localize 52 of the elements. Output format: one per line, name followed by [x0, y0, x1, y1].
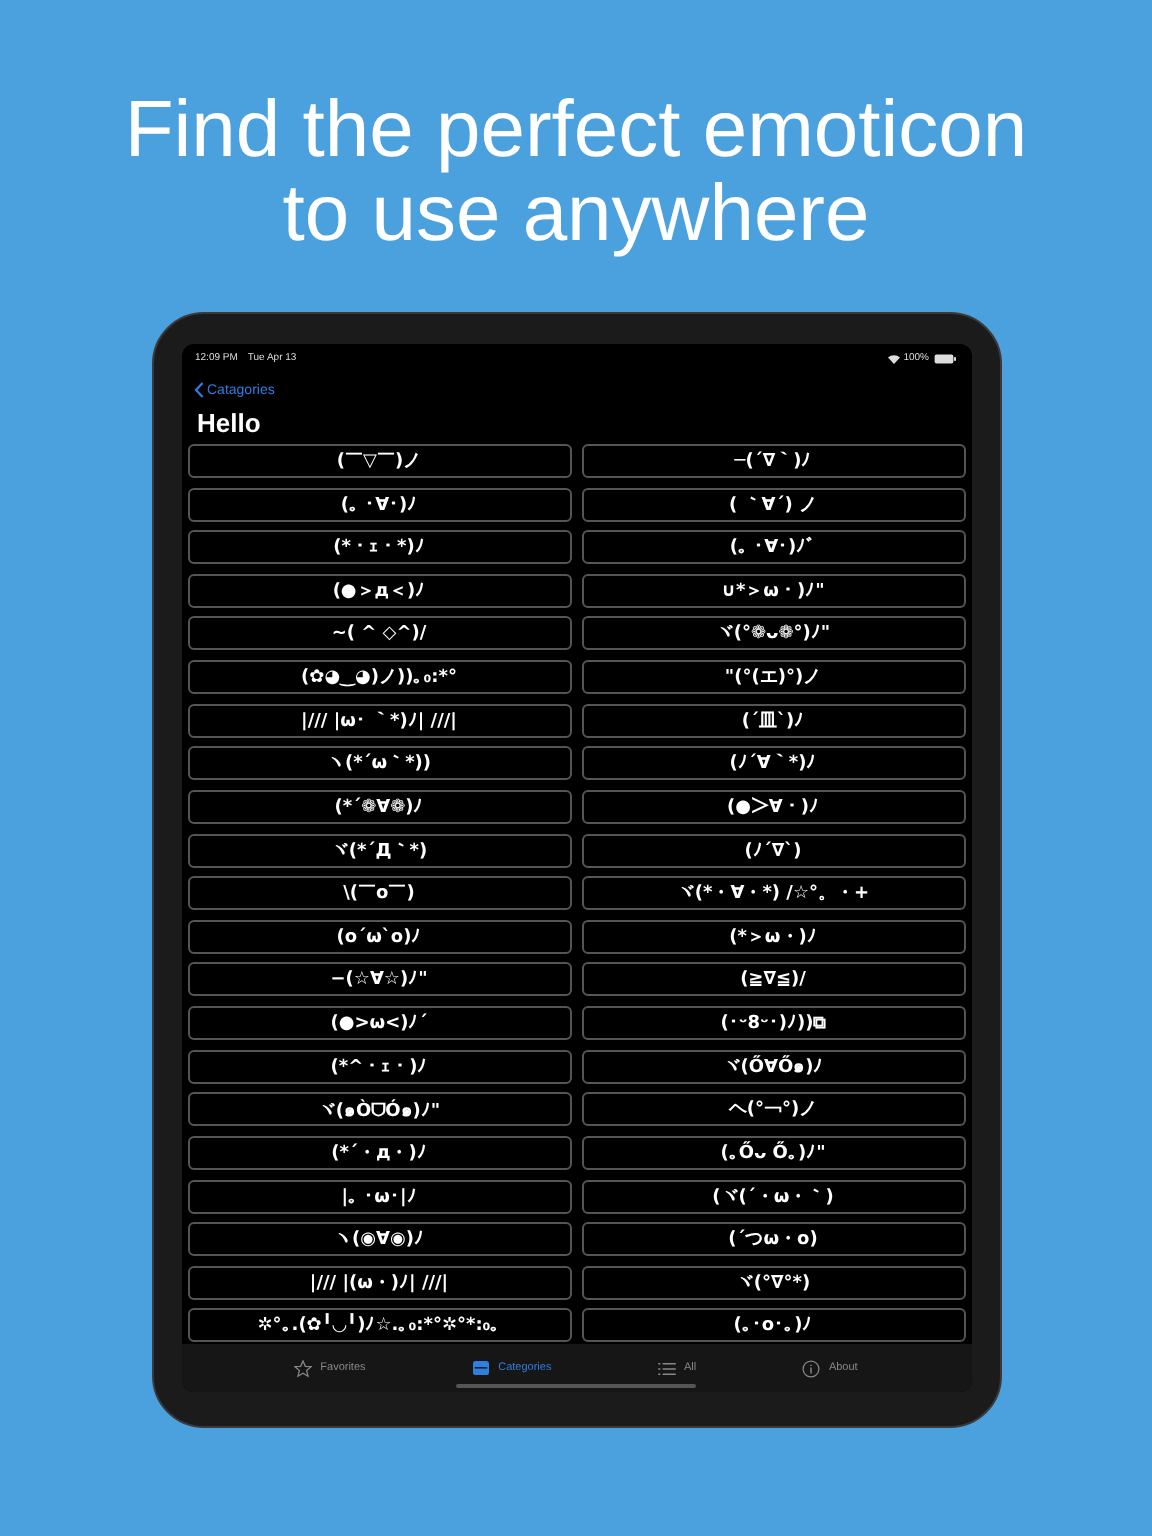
- emoticon-button[interactable]: ヾ(*´Д｀*): [187, 833, 571, 868]
- emoticon-button[interactable]: ヾ(๑ÒᗜÓ๑)ﾉ": [187, 1092, 571, 1127]
- emoticon-button[interactable]: |/// |(ω・)ﾉ| ///|: [187, 1265, 571, 1300]
- emoticon-button[interactable]: (ﾉ´∀｀*)ﾉ: [581, 746, 965, 781]
- emoticon-button[interactable]: |｡ ･ω･|ﾉ: [187, 1179, 571, 1214]
- emoticon-button[interactable]: (*^・ｪ・)ﾉ: [187, 1049, 571, 1084]
- emoticon-button[interactable]: (*・ｪ・*)ﾉ: [187, 530, 571, 565]
- emoticon-button[interactable]: "(°(エ)°)ノ: [581, 660, 965, 695]
- headline: Find the perfect emoticon: [124, 88, 1028, 172]
- emoticon-button[interactable]: ✲°｡.(✿╹◡╹)ﾉ☆.｡₀:*°✲°*:₀｡: [187, 1308, 571, 1343]
- list-icon: [658, 1361, 677, 1375]
- emoticon-button[interactable]: (ﾉ´∇`): [581, 833, 965, 868]
- emoticon-button[interactable]: (*＞ω・)ﾉ: [581, 919, 965, 954]
- emoticon-button[interactable]: ─(´∇｀)ﾉ: [581, 444, 965, 478]
- emoticon-button[interactable]: −(☆∀☆)ﾉ": [187, 962, 571, 997]
- tray-icon: [472, 1360, 491, 1376]
- emoticon-button[interactable]: ヽ(◉∀◉)ﾉ: [187, 1222, 571, 1257]
- emoticon-button[interactable]: (●＞∀・)ﾉ: [581, 789, 965, 824]
- emoticon-button[interactable]: (≧∇≦)/: [581, 962, 965, 997]
- emoticon-button[interactable]: (｡ ･∀･)ﾉﾞ: [581, 530, 965, 565]
- emoticon-button[interactable]: ( ｀∀´) ノ: [581, 487, 965, 522]
- emoticon-button[interactable]: (*´❁∀❁)ﾉ: [187, 789, 571, 824]
- emoticon-button[interactable]: (´つω・o): [581, 1222, 965, 1257]
- emoticon-button[interactable]: ヾ(Ő∀Ő๑)ﾉ: [581, 1049, 965, 1084]
- headline: to use anywhere: [282, 172, 870, 256]
- emoticon-button[interactable]: ヾ(*・∀・*) /☆°。・+: [581, 876, 965, 911]
- emoticon-button[interactable]: (●>ω<)ﾉ´: [187, 1006, 571, 1041]
- emoticon-button[interactable]: ~( ^ ◇^)/: [187, 616, 571, 651]
- emoticon-button[interactable]: (｡ ･∀･)ﾉ: [187, 487, 571, 522]
- star-icon: [294, 1359, 313, 1377]
- emoticon-button[interactable]: (･ᵕ8ᵕ･)ﾉ))⧉: [581, 1006, 965, 1041]
- emoticon-button[interactable]: ヘ(°￢°)ノ: [581, 1092, 965, 1127]
- emoticon-button[interactable]: ∪*＞ω・)ﾉ": [581, 573, 965, 608]
- emoticon-button[interactable]: \(￣o￣): [187, 876, 571, 911]
- emoticon-button[interactable]: (*´・д・)ﾉ: [187, 1135, 571, 1170]
- emoticon-button[interactable]: (ヾ(´・ω・｀): [581, 1179, 965, 1214]
- wifi-icon: [887, 353, 900, 363]
- emoticon-button[interactable]: ヾ(°∇°*): [581, 1265, 965, 1300]
- emoticon-button[interactable]: (｡･o･｡)ﾉ: [581, 1308, 965, 1343]
- battery-icon: [933, 353, 955, 363]
- emoticon-button[interactable]: (✿◕‿◕)ノ))｡₀:*°: [187, 660, 571, 695]
- emoticon-button[interactable]: ヽ(*´ω｀*)): [187, 746, 571, 781]
- emoticon-button[interactable]: (￣▽￣)ノ: [187, 444, 571, 478]
- info-icon: [802, 1359, 821, 1377]
- emoticon-button[interactable]: |/// |ω･ ｀*)ﾉ| ///|: [187, 703, 571, 738]
- emoticon-button[interactable]: (●＞д＜)ﾉ: [187, 573, 571, 608]
- emoticon-button[interactable]: (｡Őᴗ Ő｡)ﾉ": [581, 1135, 965, 1170]
- chevron-icon: [193, 382, 203, 398]
- page-title: Hello: [195, 406, 263, 442]
- emoticon-button[interactable]: (ˊ皿ˋ)ﾉ: [581, 703, 965, 738]
- emoticon-button[interactable]: ヾ(°❁ᴗ❁°)ﾉ": [581, 616, 965, 651]
- emoticon-button[interactable]: (o´ω`o)ﾉ: [187, 919, 571, 954]
